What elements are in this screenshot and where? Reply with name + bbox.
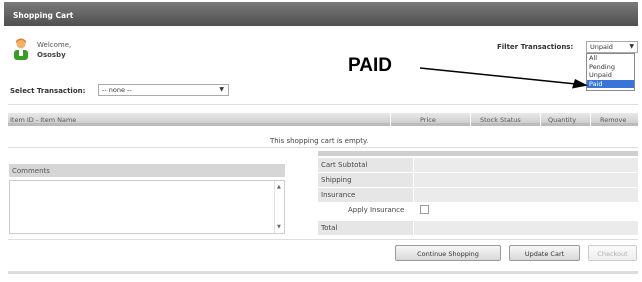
chevron-down-icon: ▼ — [219, 86, 224, 93]
column-divider — [590, 113, 591, 126]
filter-label: Filter Transactions: — [497, 43, 574, 51]
total-value — [414, 221, 638, 235]
shipping-label: Shipping — [318, 173, 413, 187]
total-label: Total — [318, 221, 413, 235]
apply-insurance-checkbox[interactable] — [420, 205, 429, 214]
column-divider — [470, 113, 471, 126]
select-transaction-label: Select Transaction: — [10, 87, 86, 95]
cart-table-header: Item ID - Item Name Price Stock Status Q… — [8, 113, 638, 126]
divider — [8, 239, 638, 240]
comments-textarea[interactable]: ▲ ▼ — [9, 180, 285, 234]
continue-shopping-button[interactable]: Continue Shopping — [395, 245, 501, 261]
filter-selected-value: Unpaid — [590, 43, 613, 51]
window-title: Shopping Cart — [13, 11, 74, 20]
column-header-item: Item ID - Item Name — [10, 116, 77, 124]
filter-option-pending[interactable]: Pending — [587, 63, 634, 72]
divider — [8, 104, 638, 105]
user-avatar-icon — [14, 38, 28, 60]
scroll-down-icon[interactable]: ▼ — [277, 224, 281, 230]
totals-header-bar — [318, 151, 638, 156]
user-name: Ososby — [37, 51, 66, 59]
select-transaction-value: -- none -- — [102, 86, 132, 94]
apply-insurance-label: Apply Insurance — [348, 206, 405, 214]
totals-row-total: Total — [318, 221, 638, 235]
window-title-bar: Shopping Cart — [4, 2, 638, 26]
select-transaction-dropdown[interactable]: -- none -- ▼ — [98, 84, 229, 96]
column-header-quantity: Quantity — [548, 116, 577, 124]
filter-dropdown-list[interactable]: All Pending Unpaid Paid — [586, 53, 635, 91]
empty-cart-message: This shopping cart is empty. — [270, 137, 369, 145]
comments-label: Comments — [9, 164, 285, 177]
totals-row-insurance: Insurance — [318, 188, 638, 202]
shipping-value — [414, 173, 638, 187]
annotation-label: PAID — [348, 55, 392, 76]
update-cart-button[interactable]: Update Cart — [509, 245, 580, 261]
welcome-text: Welcome, — [37, 41, 72, 49]
welcome-block: Welcome, Ososby — [37, 40, 71, 60]
filter-option-unpaid[interactable]: Unpaid — [587, 71, 634, 80]
filter-option-all[interactable]: All — [587, 54, 634, 63]
bottom-divider — [8, 271, 638, 274]
column-header-remove: Remove — [600, 116, 627, 124]
chevron-down-icon: ▼ — [629, 43, 634, 50]
scroll-up-icon[interactable]: ▲ — [277, 184, 281, 190]
column-header-price: Price — [420, 116, 436, 124]
subtotal-value — [414, 158, 638, 172]
totals-row-shipping: Shipping — [318, 173, 638, 187]
divider — [8, 147, 638, 148]
totals-row-subtotal: Cart Subtotal — [318, 158, 638, 172]
insurance-label: Insurance — [318, 188, 413, 202]
filter-option-paid[interactable]: Paid — [587, 79, 634, 88]
column-divider — [390, 113, 391, 126]
checkout-button[interactable]: Checkout — [588, 245, 637, 261]
comments-scrollbar[interactable]: ▲ ▼ — [274, 181, 284, 233]
column-header-stock-status: Stock Status — [480, 116, 521, 124]
annotation-arrow-icon — [420, 67, 588, 89]
subtotal-label: Cart Subtotal — [318, 158, 413, 172]
column-divider — [540, 113, 541, 126]
filter-select[interactable]: Unpaid ▼ — [586, 41, 638, 53]
insurance-value — [414, 188, 638, 202]
